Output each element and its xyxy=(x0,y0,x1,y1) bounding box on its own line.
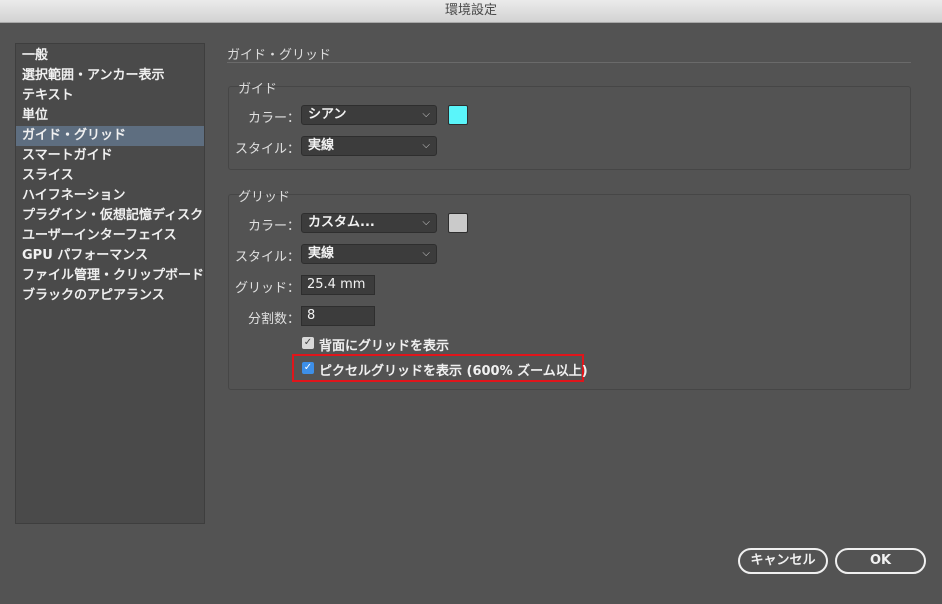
guide-style-select[interactable]: 実線 ⌵ xyxy=(301,136,437,156)
section-title: ガイド・グリッド xyxy=(227,48,332,63)
grid-color-select[interactable]: カスタム... ⌵ xyxy=(301,213,437,233)
guide-style-value: 実線 xyxy=(308,138,335,153)
section-divider xyxy=(227,62,911,63)
grids-in-back-checkbox[interactable]: ✓ xyxy=(302,337,314,349)
subdivisions-label: 分割数： xyxy=(247,312,300,327)
chevron-up-down-icon: ⌵ xyxy=(422,248,430,259)
grid-color-label: カラー： xyxy=(247,219,300,234)
cancel-button[interactable]: キャンセル xyxy=(738,548,828,574)
sidebar-item-smart-guides[interactable]: スマートガイド xyxy=(16,146,204,166)
guide-color-select[interactable]: シアン ⌵ xyxy=(301,105,437,125)
sidebar-item-appearance-of-black[interactable]: ブラックのアピアランス xyxy=(16,286,204,306)
window-title: 環境設定 xyxy=(444,3,497,18)
subdivisions-input[interactable]: 8 xyxy=(301,306,375,326)
guides-group xyxy=(228,86,911,170)
sidebar-item-guides-grid[interactable]: ガイド・グリッド xyxy=(16,126,204,146)
guide-color-label: カラー： xyxy=(247,111,300,126)
checkmark-icon: ✓ xyxy=(303,362,313,373)
sidebar-item-file-handling-clipboard[interactable]: ファイル管理・クリップボード xyxy=(16,266,204,286)
grid-style-label: スタイル： xyxy=(234,250,300,265)
pixel-grid-checkbox[interactable]: ✓ xyxy=(302,362,314,374)
sidebar-item-units[interactable]: 単位 xyxy=(16,106,204,126)
guides-group-label: ガイド xyxy=(238,82,278,97)
sidebar-item-user-interface[interactable]: ユーザーインターフェイス xyxy=(16,226,204,246)
gridline-every-label: グリッド： xyxy=(234,281,300,296)
sidebar-item-type[interactable]: テキスト xyxy=(16,86,204,106)
chevron-up-down-icon: ⌵ xyxy=(422,217,430,228)
sidebar-item-general[interactable]: 一般 xyxy=(16,46,204,66)
guide-style-label: スタイル： xyxy=(234,142,300,157)
gridline-every-input[interactable]: 25.4 mm xyxy=(301,275,375,295)
window-title-bar: 環境設定 xyxy=(0,0,942,23)
grid-color-swatch[interactable] xyxy=(448,213,468,233)
ok-button[interactable]: OK xyxy=(835,548,926,574)
chevron-up-down-icon: ⌵ xyxy=(422,109,430,120)
grid-group-label: グリッド xyxy=(238,190,291,205)
grids-in-back-label[interactable]: 背面にグリッドを表示 xyxy=(319,335,449,354)
guide-color-swatch[interactable] xyxy=(448,105,468,125)
grid-style-value: 実線 xyxy=(308,246,335,261)
preferences-sidebar: 一般 選択範囲・アンカー表示 テキスト 単位 ガイド・グリッド スマートガイド … xyxy=(15,43,205,524)
chevron-up-down-icon: ⌵ xyxy=(422,140,430,151)
grid-style-select[interactable]: 実線 ⌵ xyxy=(301,244,437,264)
sidebar-item-hyphenation[interactable]: ハイフネーション xyxy=(16,186,204,206)
sidebar-item-plugins-scratch-disks[interactable]: プラグイン・仮想記憶ディスク xyxy=(16,206,204,226)
guide-color-value: シアン xyxy=(308,107,347,122)
sidebar-item-selection-anchor-display[interactable]: 選択範囲・アンカー表示 xyxy=(16,66,204,86)
sidebar-item-slices[interactable]: スライス xyxy=(16,166,204,186)
grid-color-value: カスタム... xyxy=(308,215,375,230)
checkmark-icon: ✓ xyxy=(303,337,313,348)
sidebar-item-gpu-performance[interactable]: GPU パフォーマンス xyxy=(16,246,204,266)
pixel-grid-label[interactable]: ピクセルグリッドを表示 (600% ズーム以上) xyxy=(319,360,588,379)
